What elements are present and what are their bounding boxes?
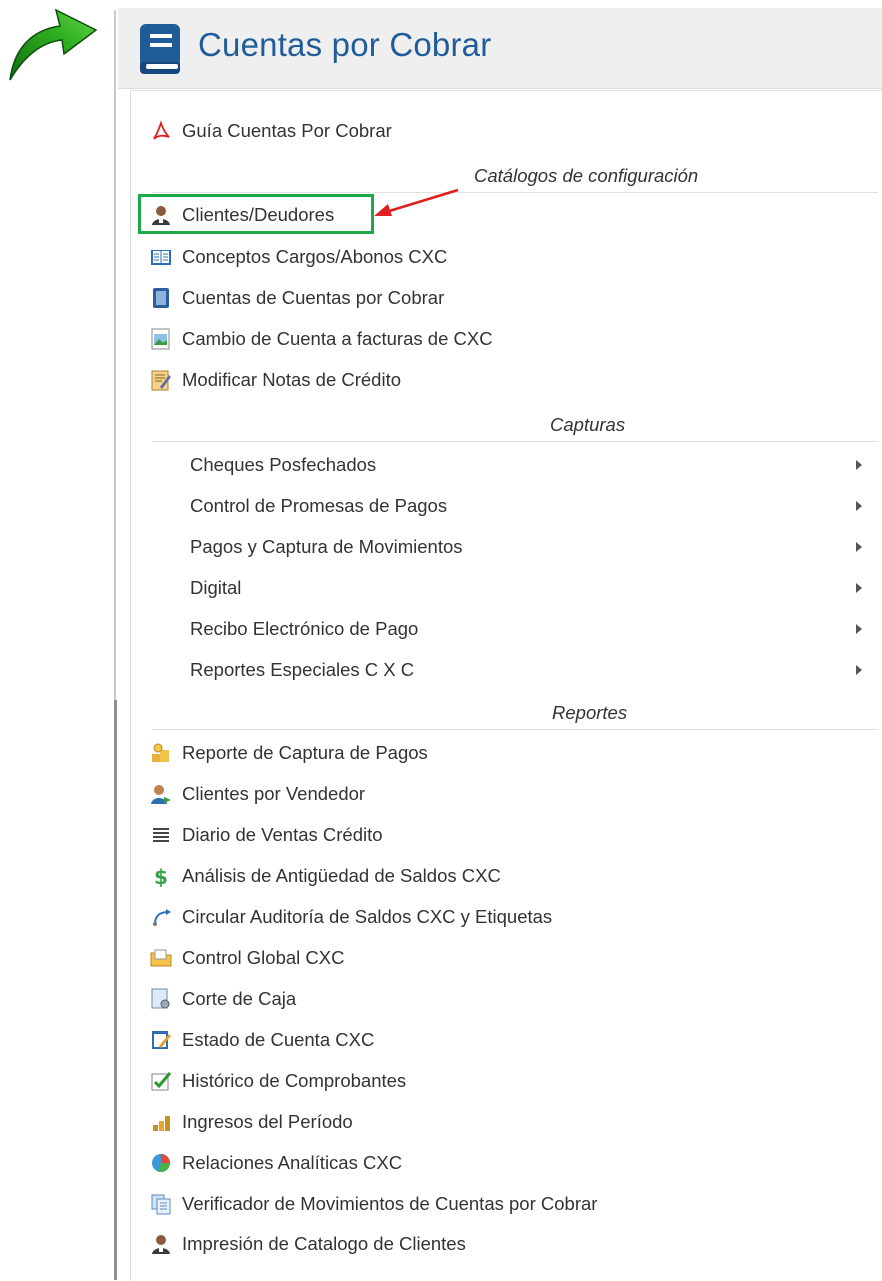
menu-item-circular-auditoria[interactable]: Circular Auditoría de Saldos CXC y Etiqu…: [150, 902, 552, 932]
menu-item-label: Impresión de Catalogo de Clientes: [182, 1233, 466, 1254]
section-catalogos: Catálogos de configuración: [152, 162, 878, 193]
menu-item-modificar-notas[interactable]: Modificar Notas de Crédito: [150, 365, 401, 395]
menu-item-corte-caja[interactable]: Corte de Caja: [150, 984, 296, 1014]
menu-item-label: Estado de Cuenta CXC: [182, 1029, 375, 1050]
submenu-label: Cheques Posfechados: [190, 454, 377, 475]
coins-icon: [150, 742, 172, 764]
menu-item-estado-cuenta[interactable]: Estado de Cuenta CXC: [150, 1025, 374, 1055]
document-gear-icon: [150, 988, 172, 1010]
section-reportes: Reportes: [152, 699, 878, 730]
section-title: Reportes: [552, 702, 628, 723]
section-capturas: Capturas: [152, 411, 878, 442]
section-title: Catálogos de configuración: [474, 165, 699, 186]
user-transfer-icon: [150, 783, 172, 805]
menu-item-historico-comprobantes[interactable]: Histórico de Comprobantes: [150, 1066, 406, 1096]
circular-arrow-icon: [150, 906, 172, 928]
menu-item-relaciones-analiticas[interactable]: Relaciones Analíticas CXC: [150, 1148, 402, 1178]
menu-item-control-global[interactable]: Control Global CXC: [150, 943, 344, 973]
header: Cuentas por Cobrar: [118, 8, 882, 89]
menu-item-clientes-vendedor[interactable]: Clientes por Vendedor: [150, 779, 365, 809]
menu-item-label: Ingresos del Período: [182, 1111, 353, 1132]
caret-right-icon: [856, 583, 862, 593]
menu-item-label: Conceptos Cargos/Abonos CXC: [182, 246, 448, 267]
page-edge-shadow: [114, 700, 117, 1280]
submenu-cheques-posfechados[interactable]: Cheques Posfechados: [190, 450, 866, 480]
pdf-icon: [150, 120, 172, 142]
folder-icon: [150, 947, 172, 969]
document-edit-icon: [150, 1029, 172, 1051]
documents-icon: [150, 1193, 172, 1215]
submenu-reportes-especiales[interactable]: Reportes Especiales C X C: [190, 655, 866, 685]
menu-item-label: Reporte de Captura de Pagos: [182, 742, 428, 763]
menu-item-guia[interactable]: Guía Cuentas Por Cobrar: [150, 116, 392, 146]
menu-item-label: Corte de Caja: [182, 988, 297, 1009]
caret-right-icon: [856, 460, 862, 470]
red-arrow-icon: [374, 188, 459, 216]
menu-item-verificador-movimientos[interactable]: Verificador de Movimientos de Cuentas po…: [150, 1189, 597, 1219]
menu-item-label: Guía Cuentas Por Cobrar: [182, 120, 392, 141]
caret-right-icon: [856, 542, 862, 552]
dollar-icon: $: [150, 865, 172, 887]
menu-item-cuentas[interactable]: Cuentas de Cuentas por Cobrar: [150, 283, 444, 313]
menu-item-reporte-captura-pagos[interactable]: Reporte de Captura de Pagos: [150, 738, 428, 768]
submenu-digital[interactable]: Digital: [190, 573, 866, 603]
submenu-promesas-pagos[interactable]: Control de Promesas de Pagos: [190, 491, 866, 521]
menu-item-label: Cambio de Cuenta a facturas de CXC: [182, 328, 493, 349]
section-title: Capturas: [550, 414, 626, 435]
open-book-icon: [150, 246, 172, 268]
submenu-recibo-electronico[interactable]: Recibo Electrónico de Pago: [190, 614, 866, 644]
submenu-label: Digital: [190, 577, 242, 598]
svg-text:$: $: [154, 865, 168, 887]
submenu-pagos-movimientos[interactable]: Pagos y Captura de Movimientos: [190, 532, 866, 562]
submenu-label: Pagos y Captura de Movimientos: [190, 536, 463, 557]
menu-item-label: Modificar Notas de Crédito: [182, 369, 402, 390]
menu-item-antiguedad-saldos[interactable]: $ Análisis de Antigüedad de Saldos CXC: [150, 861, 501, 891]
book-icon: [140, 24, 180, 74]
caret-right-icon: [856, 665, 862, 675]
menu-item-label: Análisis de Antigüedad de Saldos CXC: [182, 865, 501, 886]
menu-item-cambio-cuenta[interactable]: Cambio de Cuenta a facturas de CXC: [150, 324, 493, 354]
pie-chart-icon: [150, 1152, 172, 1174]
coin-stack-icon: [150, 1111, 172, 1133]
menu-item-label: Histórico de Comprobantes: [182, 1070, 407, 1091]
image-file-icon: [150, 328, 172, 350]
menu-item-label: Circular Auditoría de Saldos CXC y Etiqu…: [182, 906, 553, 927]
highlight-box: [138, 194, 374, 234]
submenu-label: Reportes Especiales C X C: [190, 659, 415, 680]
list-icon: [150, 824, 172, 846]
menu-item-ingresos-periodo[interactable]: Ingresos del Período: [150, 1107, 353, 1137]
page-title: Cuentas por Cobrar: [198, 26, 492, 63]
menu-item-label: Relaciones Analíticas CXC: [182, 1152, 403, 1173]
menu-item-impresion-catalogo[interactable]: Impresión de Catalogo de Clientes: [150, 1229, 466, 1259]
edit-notes-icon: [150, 369, 172, 391]
caret-right-icon: [856, 624, 862, 634]
submenu-label: Recibo Electrónico de Pago: [190, 618, 419, 639]
curved-arrow-icon: [9, 8, 98, 81]
ledger-icon: [150, 287, 172, 309]
menu-item-label: Verificador de Movimientos de Cuentas po…: [182, 1193, 598, 1214]
submenu-label: Control de Promesas de Pagos: [190, 495, 448, 516]
menu-item-label: Clientes por Vendedor: [182, 783, 366, 804]
menu-item-label: Control Global CXC: [182, 947, 345, 968]
user-icon: [150, 1233, 172, 1255]
caret-right-icon: [856, 501, 862, 511]
menu-item-diario-ventas[interactable]: Diario de Ventas Crédito: [150, 820, 383, 850]
menu-item-label: Diario de Ventas Crédito: [182, 824, 383, 845]
menu-item-label: Cuentas de Cuentas por Cobrar: [182, 287, 445, 308]
checkbox-icon: [150, 1070, 172, 1092]
menu-item-conceptos[interactable]: Conceptos Cargos/Abonos CXC: [150, 242, 447, 272]
